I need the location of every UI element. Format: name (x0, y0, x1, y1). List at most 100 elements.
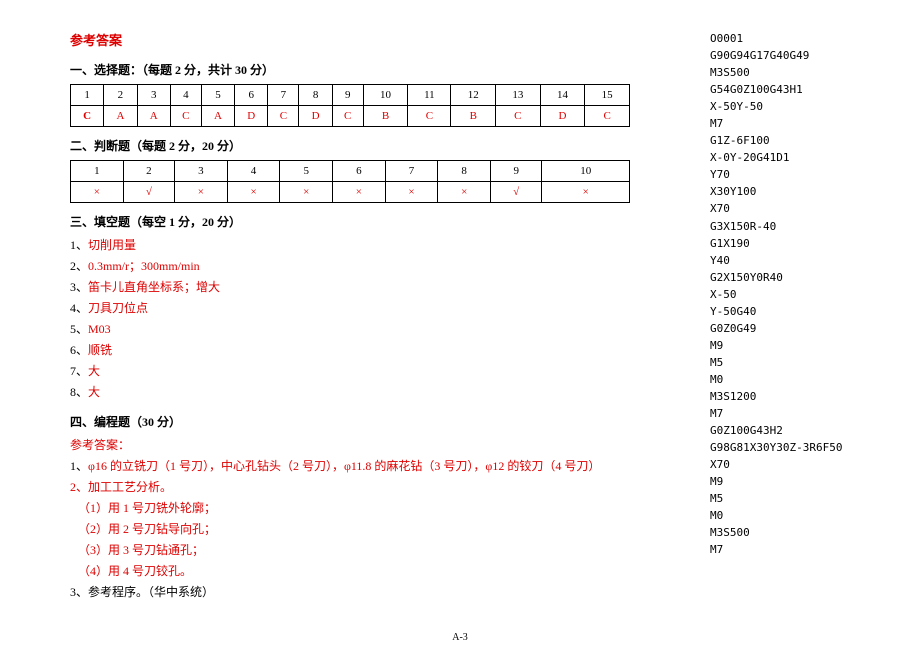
table-answer-cell: × (438, 182, 491, 203)
item-answer: 0.3mm/r；300mm/min (88, 259, 200, 273)
table-answer-cell: C (408, 106, 451, 127)
table-answer-cell: √ (491, 182, 542, 203)
code-line: M5 (710, 354, 850, 371)
table-answer-cell: A (104, 106, 137, 127)
table-header-cell: 2 (104, 85, 137, 106)
table-header-cell: 8 (438, 161, 491, 182)
code-line: M3S500 (710, 64, 850, 81)
item-answer: 顺铣 (88, 343, 112, 357)
table-header-cell: 4 (227, 161, 280, 182)
table-header-cell: 13 (496, 85, 541, 106)
code-line: X70 (710, 200, 850, 217)
section1-heading: 一、选择题：（每题 2 分，共计 30 分） (70, 61, 630, 78)
code-line: O0001 (710, 30, 850, 47)
code-line: M3S500 (710, 524, 850, 541)
section4-line3: 3、参考程序。（华中系统） (70, 583, 630, 601)
item-answer: 大 (88, 364, 100, 378)
table-answer-cell: D (235, 106, 268, 127)
table-answer-cell: A (137, 106, 170, 127)
table-header-cell: 9 (332, 85, 363, 106)
table-header-cell: 12 (451, 85, 496, 106)
code-line: M7 (710, 405, 850, 422)
item-number: 6、 (70, 343, 88, 357)
item-number: 3、 (70, 280, 88, 294)
fill-blank-item: 8、大 (70, 383, 630, 401)
section1-table: 123456789101112131415 CAACADCDCBCBCDC (70, 84, 630, 127)
code-line: M0 (710, 371, 850, 388)
code-line: M3S1200 (710, 388, 850, 405)
table-header-cell: 11 (408, 85, 451, 106)
item-number: 7、 (70, 364, 88, 378)
fill-blank-item: 6、顺铣 (70, 341, 630, 359)
table-answer-cell: C (585, 106, 630, 127)
table-answer-cell: C (71, 106, 104, 127)
table-header-cell: 10 (363, 85, 408, 106)
section2-table: 12345678910 ×√××××××√× (70, 160, 630, 203)
item-answer: 大 (88, 385, 100, 399)
code-line: M7 (710, 115, 850, 132)
item-number: 8、 (70, 385, 88, 399)
table-answer-cell: × (227, 182, 280, 203)
table-header-cell: 1 (71, 85, 104, 106)
section4-line1: 1、φ16 的立铣刀（1 号刀），中心孔钻头（2 号刀），φ11.8 的麻花钻（… (70, 457, 630, 475)
code-line: M0 (710, 507, 850, 524)
table-header-cell: 15 (585, 85, 630, 106)
code-line: Y70 (710, 166, 850, 183)
table-answer-cell: × (333, 182, 386, 203)
table-answer-cell: × (385, 182, 438, 203)
code-line: G3X150R-40 (710, 218, 850, 235)
code-line: X-50 (710, 286, 850, 303)
table-header-cell: 5 (280, 161, 333, 182)
section4-line2: 2、加工工艺分析。 (70, 478, 630, 496)
fill-blank-item: 4、刀具刀位点 (70, 299, 630, 317)
cnc-program-code: O0001G90G94G17G40G49M3S500G54G0Z100G43H1… (710, 30, 850, 558)
table-header-cell: 14 (540, 85, 585, 106)
code-line: Y40 (710, 252, 850, 269)
table-header-cell: 7 (385, 161, 438, 182)
item-number: 1、 (70, 238, 88, 252)
table-header-cell: 10 (542, 161, 630, 182)
process-steps: （1）用 1 号刀铣外轮廓；（2）用 2 号刀钻导向孔；（3）用 3 号刀钻通孔… (70, 499, 630, 580)
item-number: 5、 (70, 322, 88, 336)
code-line: M7 (710, 541, 850, 558)
section4-reference-label: 参考答案： (70, 436, 630, 454)
table-answer-cell: C (268, 106, 299, 127)
code-line: M9 (710, 473, 850, 490)
item-answer: M03 (88, 322, 111, 336)
table-header-cell: 7 (268, 85, 299, 106)
fill-blanks-list: 1、切削用量 2、0.3mm/r；300mm/min 3、笛卡儿直角坐标系；增大 4、… (70, 236, 630, 401)
table-header-cell: 4 (170, 85, 201, 106)
fill-blank-item: 3、笛卡儿直角坐标系；增大 (70, 278, 630, 296)
code-line: X70 (710, 456, 850, 473)
table-answer-cell: A (201, 106, 234, 127)
table-answer-cell: B (451, 106, 496, 127)
code-line: G0Z0G49 (710, 320, 850, 337)
code-line: G98G81X30Y30Z-3R6F50 (710, 439, 850, 456)
item-answer: 笛卡儿直角坐标系；增大 (88, 280, 220, 294)
code-line: G1Z-6F100 (710, 132, 850, 149)
code-line: Y-50G40 (710, 303, 850, 320)
table-answer-cell: B (363, 106, 408, 127)
item-answer: 切削用量 (88, 238, 136, 252)
process-step: （4）用 4 号刀铰孔。 (78, 562, 630, 580)
table-header-cell: 9 (491, 161, 542, 182)
table-header-cell: 3 (175, 161, 228, 182)
fill-blank-item: 7、大 (70, 362, 630, 380)
table-header-cell: 3 (137, 85, 170, 106)
table-answer-cell: C (170, 106, 201, 127)
fill-blank-item: 2、0.3mm/r；300mm/min (70, 257, 630, 275)
table-answer-cell: × (175, 182, 228, 203)
section3-heading: 三、填空题（每空 1 分，20 分） (70, 213, 630, 230)
code-line: G54G0Z100G43H1 (710, 81, 850, 98)
code-line: M9 (710, 337, 850, 354)
section4-heading: 四、编程题（30 分） (70, 413, 630, 430)
code-line: X30Y100 (710, 183, 850, 200)
code-line: X-0Y-20G41D1 (710, 149, 850, 166)
table-answer-cell: D (299, 106, 332, 127)
code-line: X-50Y-50 (710, 98, 850, 115)
code-line: G90G94G17G40G49 (710, 47, 850, 64)
table-header-cell: 8 (299, 85, 332, 106)
answer-key-title: 参考答案 (70, 30, 630, 49)
item-answer: 刀具刀位点 (88, 301, 148, 315)
table-header-cell: 5 (201, 85, 234, 106)
